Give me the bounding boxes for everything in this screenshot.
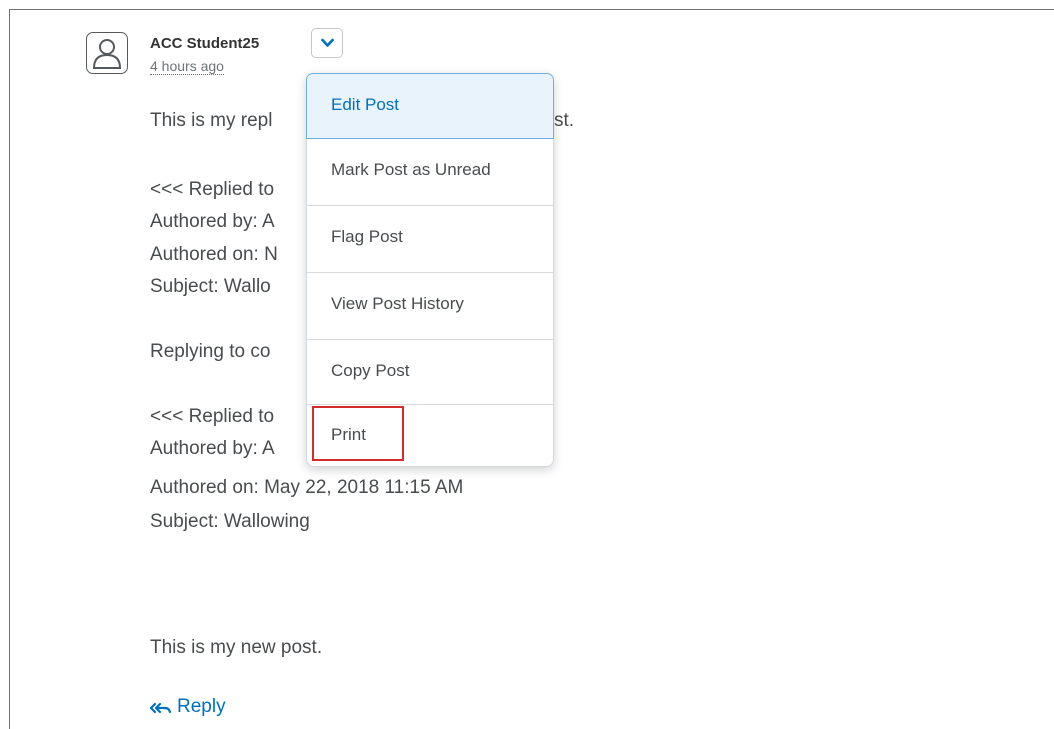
post-body-line: <<< Replied to xyxy=(150,406,275,427)
post-actions-toggle-button[interactable] xyxy=(311,28,343,58)
menu-item-flag-post[interactable]: Flag Post xyxy=(307,206,553,273)
post-body-line: Authored on: May 22, 2018 11:15 AM xyxy=(150,477,464,498)
user-avatar-icon xyxy=(86,32,128,74)
post-timestamp: 4 hours ago xyxy=(150,58,224,75)
post-body-line: Authored by: A xyxy=(150,438,275,459)
post-body-line: Authored on: N xyxy=(150,244,278,265)
post-body-line: Replying to co xyxy=(150,341,271,362)
user-silhouette-icon xyxy=(92,39,122,69)
post-body-line: This is my repl xyxy=(150,110,273,131)
post-body-line: Subject: Wallowing xyxy=(150,511,310,532)
post-body-line: Authored by: A xyxy=(150,211,275,232)
post-body-line: This is my new post. xyxy=(150,637,323,658)
chevron-down-icon xyxy=(321,38,334,47)
post-author[interactable]: ACC Student25 xyxy=(150,35,259,52)
menu-item-mark-unread[interactable]: Mark Post as Unread xyxy=(307,139,553,206)
post-context-menu: Edit Post Mark Post as Unread Flag Post … xyxy=(306,73,554,467)
post-body-line: Subject: Wallo xyxy=(150,276,271,297)
post-body-line: <<< Replied to xyxy=(150,179,275,200)
reply-arrows-icon xyxy=(150,702,172,714)
menu-item-edit-post[interactable]: Edit Post xyxy=(306,73,554,139)
menu-item-print[interactable]: Print xyxy=(307,405,553,465)
menu-item-copy-post[interactable]: Copy Post xyxy=(307,340,553,405)
reply-label: Reply xyxy=(177,696,226,717)
post-body-line: st. xyxy=(554,110,575,131)
menu-item-view-history[interactable]: View Post History xyxy=(307,273,553,340)
